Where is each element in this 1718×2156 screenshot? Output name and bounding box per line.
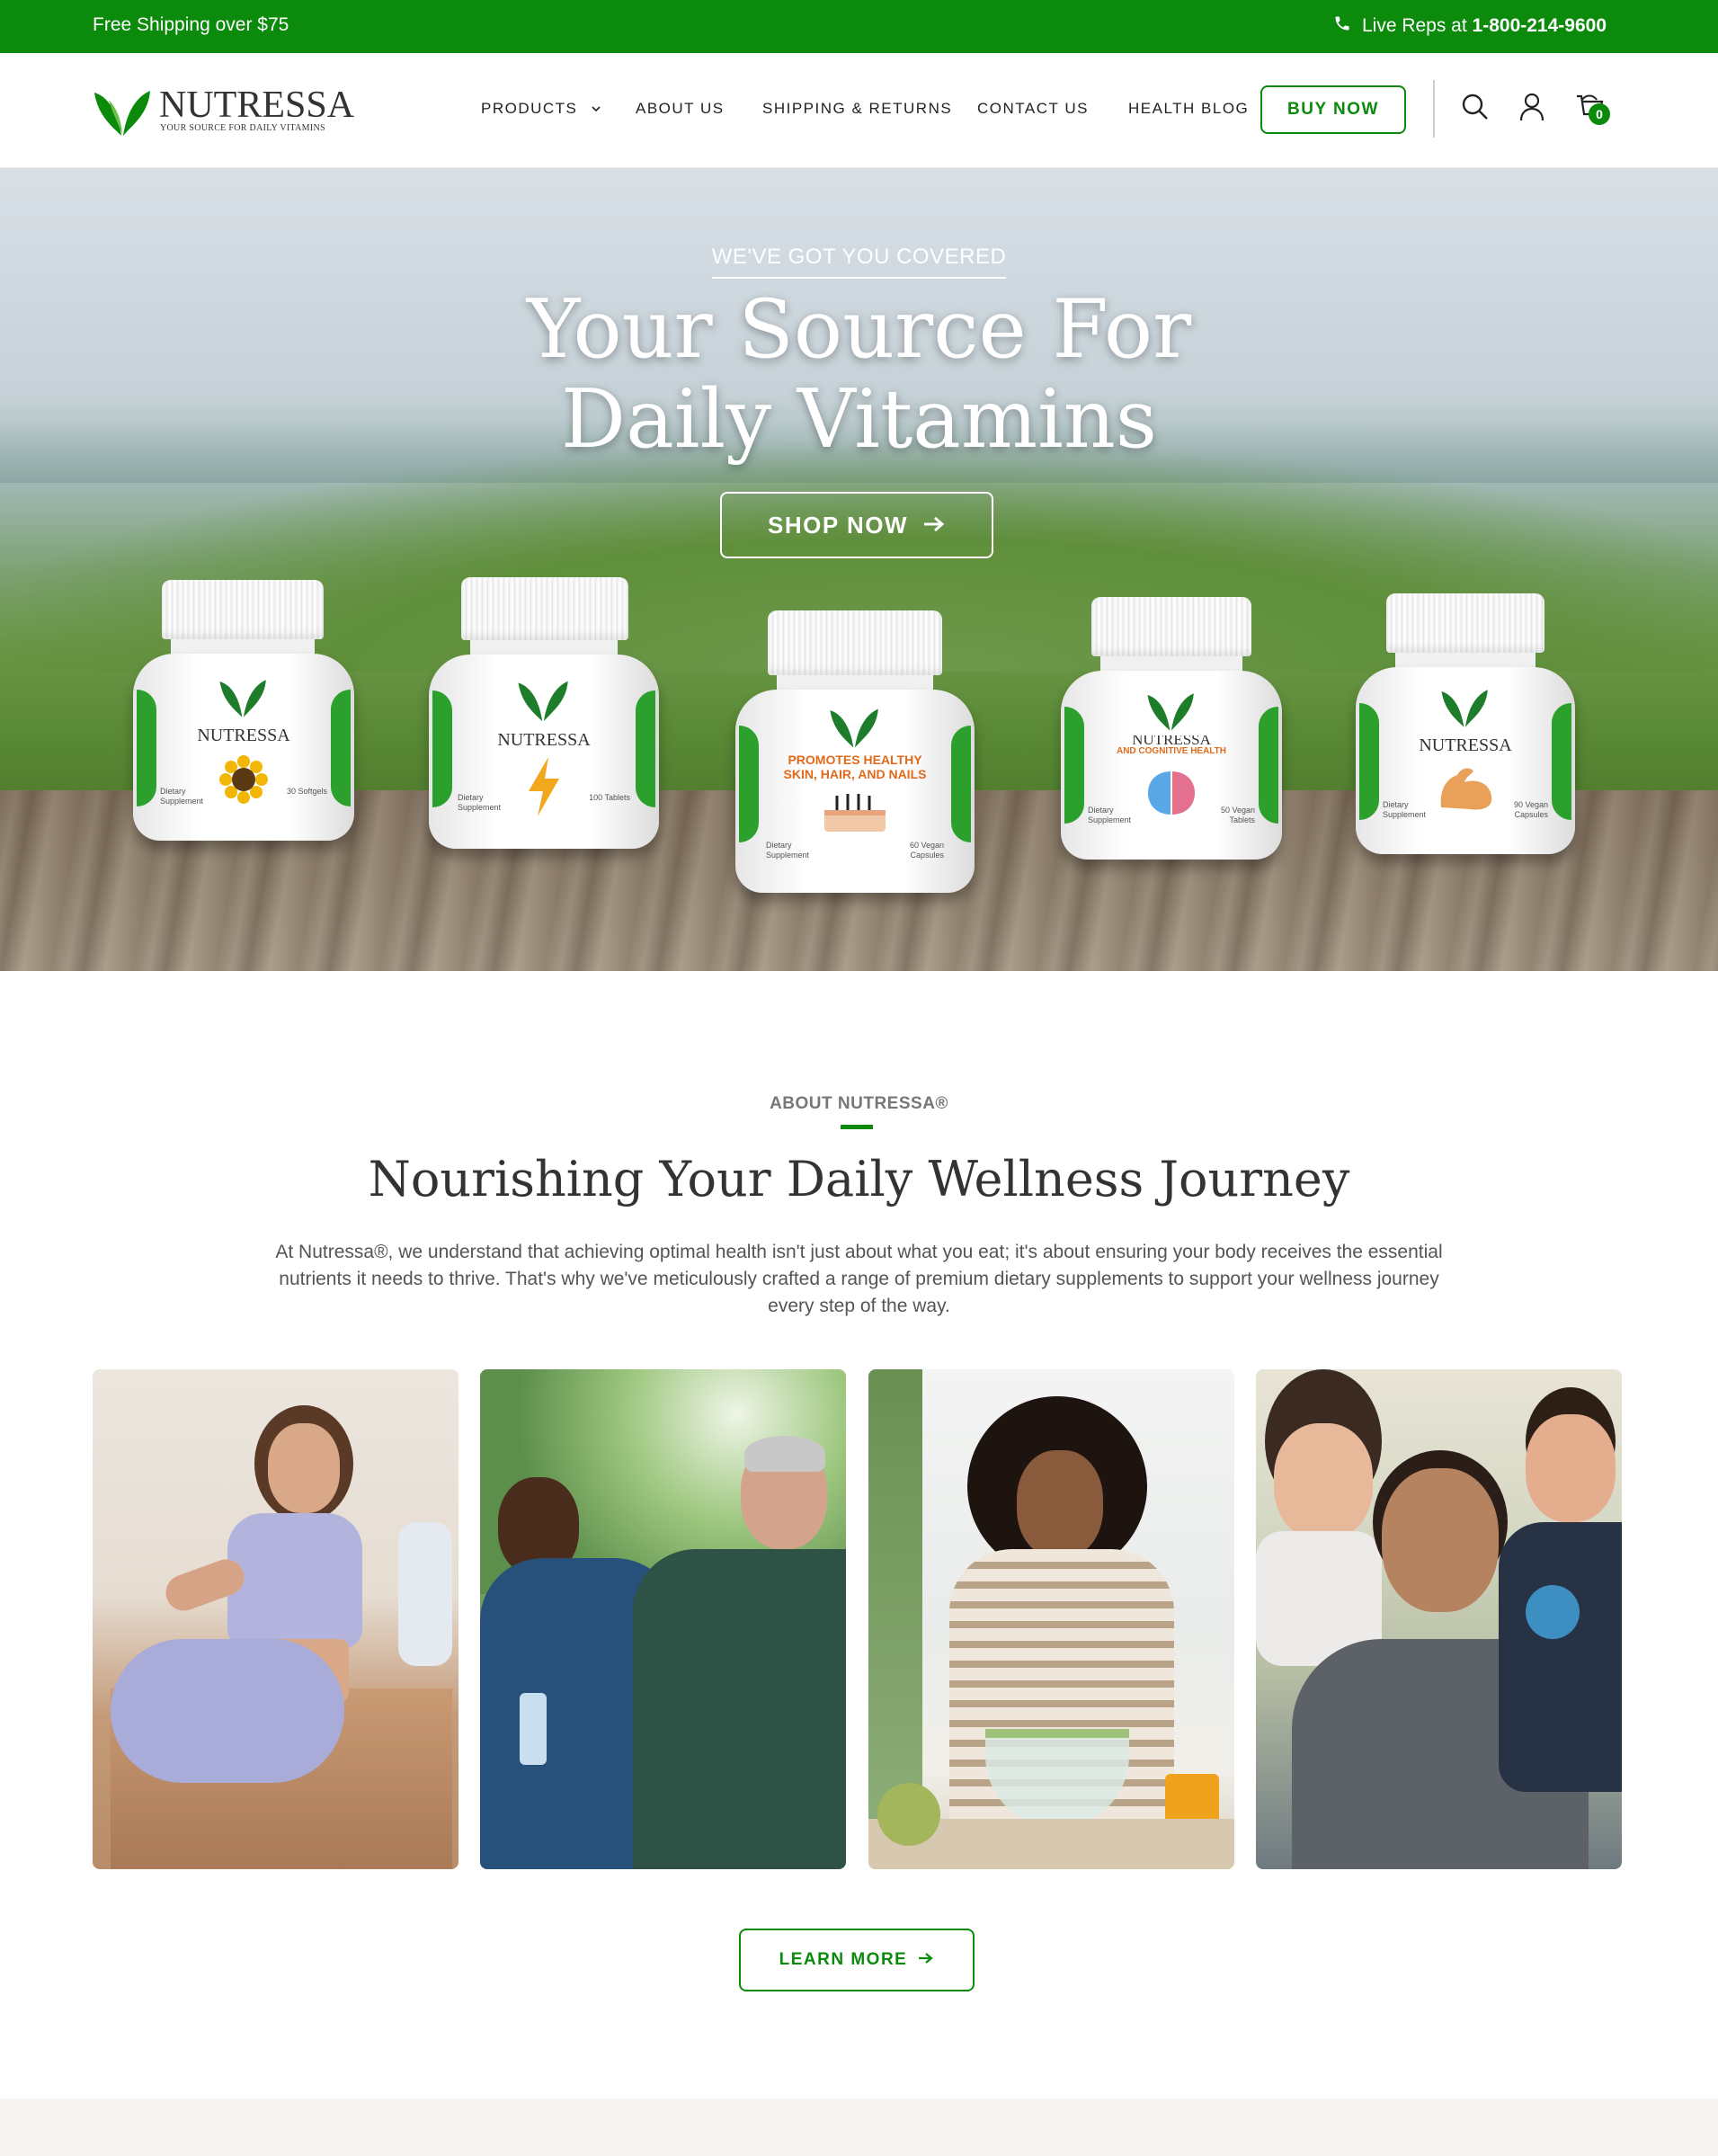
hero-title-line-1: Your Source For	[526, 282, 1192, 377]
nav-products-label: PRODUCTS	[481, 100, 578, 117]
bottle-left-label: Dietary Supplement	[1383, 800, 1427, 819]
lightning-icon	[529, 757, 559, 816]
shop-now-button[interactable]: SHOP NOW	[720, 492, 993, 558]
phone-number[interactable]: 1-800-214-9600	[1473, 15, 1607, 36]
brand-logo[interactable]: NUTRESSA YOUR SOURCE FOR DAILY VITAMINS	[91, 84, 355, 138]
bottle-brand: NUTRESSA	[197, 726, 290, 745]
phone-icon	[1333, 14, 1351, 38]
bottle-brand: NUTRESSA	[1419, 735, 1512, 755]
nav-health-blog[interactable]: HEALTH BLOG	[1128, 100, 1249, 118]
announcement-bar: Free Shipping over $75 Live Reps at 1-80…	[0, 0, 1718, 53]
hero-eyebrow: WE'VE GOT YOU COVERED	[711, 245, 1007, 279]
about-accent-bar	[841, 1125, 873, 1129]
hair-icon	[824, 794, 886, 832]
lifestyle-photo-yoga	[93, 1369, 458, 1869]
leaf-logo-icon	[518, 681, 568, 722]
bottle-right-label: 50 Vegan Tablets	[1220, 806, 1255, 824]
account-icon[interactable]	[1516, 91, 1548, 123]
shop-now-label: SHOP NOW	[768, 511, 908, 539]
lifestyle-photo-salad	[868, 1369, 1234, 1869]
about-eyebrow: ABOUT NUTRESSA®	[770, 1094, 948, 1113]
product-bottle-4[interactable]: NUTRESSA AND COGNITIVE HEALTH Dietary Su…	[1061, 597, 1282, 971]
bottle-left-label: Dietary Supplement	[766, 841, 810, 860]
product-bottle-3[interactable]: PROMOTES HEALTHY SKIN, HAIR, AND NAILS D…	[735, 610, 975, 971]
chevron-down-icon	[591, 101, 601, 119]
nav-shipping-returns[interactable]: SHIPPING & RETURNS	[762, 100, 952, 118]
phone-contact[interactable]: Live Reps at 1-800-214-9600	[1333, 14, 1607, 38]
sunflower-icon	[219, 755, 268, 804]
bottle-right-label: 60 Vegan Capsules	[909, 841, 944, 860]
arrow-right-icon	[922, 512, 946, 539]
lifestyle-photo-friends	[480, 1369, 846, 1869]
bottle-left-label: Dietary Supplement	[160, 787, 204, 806]
phone-prefix: Live Reps at	[1361, 15, 1473, 36]
next-section-band	[0, 2098, 1718, 2156]
product-bottle-1[interactable]: NUTRESSA Dietary Supplement 30 Softgels	[133, 580, 354, 971]
lifestyle-photo-family	[1256, 1369, 1622, 1869]
brain-icon	[1148, 771, 1195, 815]
hero-title: Your Source For Daily Vitamins	[0, 285, 1718, 465]
hero-banner: WE'VE GOT YOU COVERED Your Source For Da…	[0, 168, 1718, 971]
about-body: At Nutressa®, we understand that achievi…	[275, 1242, 1443, 1316]
arrow-right-icon	[918, 1950, 934, 1970]
brand-tagline: YOUR SOURCE FOR DAILY VITAMINS	[160, 123, 325, 133]
cart-count-badge: 0	[1589, 103, 1610, 125]
bottle-claim: PROMOTES HEALTHY SKIN, HAIR, AND NAILS	[783, 753, 927, 781]
bottle-right-label: 30 Softgels	[286, 787, 327, 796]
buy-now-button[interactable]: BUY NOW	[1260, 85, 1406, 134]
nav-products[interactable]: PRODUCTS	[481, 100, 601, 119]
learn-more-label: LEARN MORE	[779, 1950, 908, 1969]
hero-title-line-2: Daily Vitamins	[560, 372, 1158, 467]
bottle-brand: NUTRESSA	[497, 730, 591, 750]
leaf-logo-icon	[1441, 690, 1488, 727]
product-bottle-5[interactable]: NUTRESSA Dietary Supplement 90 Vegan Cap…	[1356, 593, 1575, 971]
header-divider	[1433, 80, 1435, 138]
leaf-logo-icon	[1147, 693, 1194, 731]
product-bottle-2[interactable]: NUTRESSA Dietary Supplement 100 Tablets	[429, 577, 659, 971]
bottle-right-label: 90 Vegan Capsules	[1513, 800, 1548, 819]
brand-name: NUTRESSA	[159, 85, 355, 126]
free-shipping-text: Free Shipping over $75	[93, 14, 289, 35]
leaf-logo-icon	[94, 91, 150, 136]
leaf-logo-icon	[830, 708, 878, 748]
about-title: Nourishing Your Daily Wellness Journey	[368, 1151, 1350, 1207]
site-header: NUTRESSA YOUR SOURCE FOR DAILY VITAMINS …	[0, 53, 1718, 168]
nav-contact-us[interactable]: CONTACT US	[977, 100, 1089, 118]
bottle-left-label: Dietary Supplement	[1088, 806, 1132, 824]
bottle-brand: NUTRESSA	[1132, 735, 1211, 744]
bottle-left-label: Dietary Supplement	[458, 793, 502, 812]
muscle-icon	[1440, 768, 1492, 810]
search-icon[interactable]	[1459, 91, 1491, 123]
bottle-right-label: 100 Tablets	[589, 793, 630, 802]
learn-more-button[interactable]: LEARN MORE	[739, 1929, 975, 1991]
leaf-logo-icon	[219, 680, 266, 717]
nav-about-us[interactable]: ABOUT US	[636, 100, 725, 118]
bottle-claim: AND COGNITIVE HEALTH	[1116, 746, 1227, 756]
